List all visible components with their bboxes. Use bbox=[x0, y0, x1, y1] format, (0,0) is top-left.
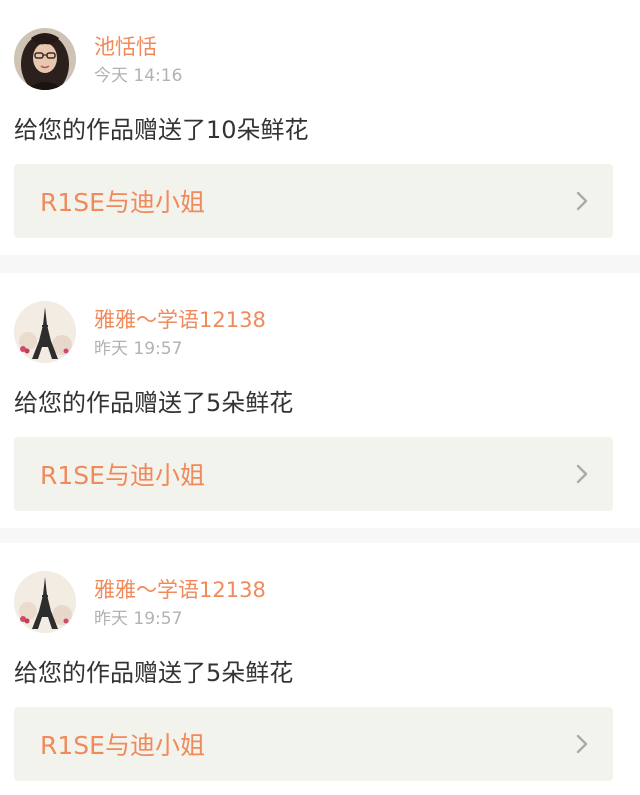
eiffel-tower-avatar[interactable] bbox=[14, 571, 76, 633]
eiffel-tower-avatar-image bbox=[14, 301, 76, 363]
work-title: R1SE与迪小姐 bbox=[40, 731, 205, 760]
work-link[interactable]: R1SE与迪小姐 bbox=[14, 707, 613, 781]
user-meta: 雅雅～学语12138 昨天 19:57 bbox=[94, 571, 266, 629]
eiffel-tower-avatar-image bbox=[14, 571, 76, 633]
work-title: R1SE与迪小姐 bbox=[40, 188, 205, 217]
timestamp: 昨天 19:57 bbox=[94, 339, 183, 359]
notification-header: 雅雅～学语12138 昨天 19:57 bbox=[14, 571, 266, 633]
notification-header: 池恬恬 今天 14:16 bbox=[14, 28, 182, 90]
notification-header: 雅雅～学语12138 昨天 19:57 bbox=[14, 301, 266, 363]
chevron-right-icon bbox=[575, 463, 589, 485]
eiffel-tower-avatar[interactable] bbox=[14, 301, 76, 363]
notification-message: 给您的作品赠送了5朵鲜花 bbox=[14, 389, 294, 417]
notification-message: 给您的作品赠送了10朵鲜花 bbox=[14, 116, 309, 144]
timestamp: 昨天 19:57 bbox=[94, 609, 183, 629]
notification-card: 池恬恬 今天 14:16 给您的作品赠送了10朵鲜花 R1SE与迪小姐 bbox=[0, 0, 640, 255]
username[interactable]: 雅雅～学语12138 bbox=[94, 308, 266, 332]
notification-card: 雅雅～学语12138 昨天 19:57 给您的作品赠送了5朵鲜花 R1SE与迪小… bbox=[0, 273, 640, 528]
portrait-avatar[interactable] bbox=[14, 28, 76, 90]
notification-card: 雅雅～学语12138 昨天 19:57 给您的作品赠送了5朵鲜花 R1SE与迪小… bbox=[0, 543, 640, 795]
work-title: R1SE与迪小姐 bbox=[40, 461, 205, 490]
notification-feed: 池恬恬 今天 14:16 给您的作品赠送了10朵鲜花 R1SE与迪小姐 雅雅～学… bbox=[0, 0, 640, 795]
user-meta: 雅雅～学语12138 昨天 19:57 bbox=[94, 301, 266, 359]
user-meta: 池恬恬 今天 14:16 bbox=[94, 28, 182, 86]
work-link[interactable]: R1SE与迪小姐 bbox=[14, 437, 613, 511]
chevron-right-icon bbox=[575, 733, 589, 755]
portrait-avatar-image bbox=[14, 28, 76, 90]
chevron-right-icon bbox=[575, 190, 589, 212]
timestamp: 今天 14:16 bbox=[94, 66, 183, 86]
work-link[interactable]: R1SE与迪小姐 bbox=[14, 164, 613, 238]
username[interactable]: 雅雅～学语12138 bbox=[94, 578, 266, 602]
notification-message: 给您的作品赠送了5朵鲜花 bbox=[14, 659, 294, 687]
username[interactable]: 池恬恬 bbox=[94, 35, 182, 59]
